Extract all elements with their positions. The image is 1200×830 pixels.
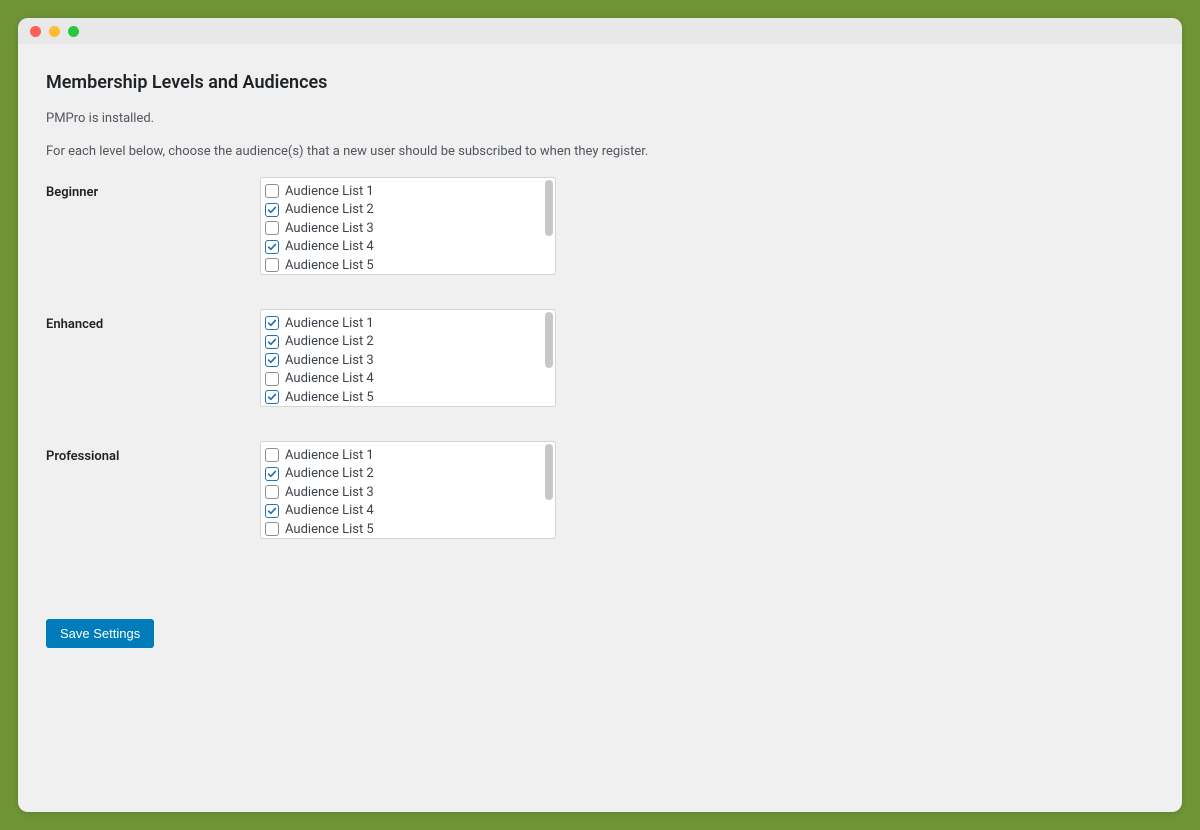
audience-option[interactable]: Audience List 4 bbox=[265, 502, 535, 521]
checkbox-icon[interactable] bbox=[265, 522, 279, 536]
audience-option[interactable]: Audience List 3 bbox=[265, 483, 535, 502]
scrollbar-thumb[interactable] bbox=[545, 444, 553, 500]
checkbox-icon[interactable] bbox=[265, 184, 279, 198]
audience-option-label: Audience List 5 bbox=[285, 522, 374, 537]
level-row: BeginnerAudience List 1Audience List 2Au… bbox=[46, 177, 1154, 275]
audience-option[interactable]: Audience List 2 bbox=[265, 333, 535, 352]
window-minimize-icon[interactable] bbox=[49, 26, 60, 37]
level-row: ProfessionalAudience List 1Audience List… bbox=[46, 441, 1154, 539]
audience-listbox-scroll[interactable]: Audience List 1 Audience List 2 Audience L… bbox=[261, 178, 541, 274]
audience-option[interactable]: Audience List 3 bbox=[265, 219, 535, 238]
audience-option[interactable]: Audience List 1 bbox=[265, 314, 535, 333]
checkbox-icon[interactable] bbox=[265, 221, 279, 235]
save-settings-button[interactable]: Save Settings bbox=[46, 619, 154, 648]
audience-listbox[interactable]: Audience List 1 Audience List 2 Audience L… bbox=[260, 309, 556, 407]
audience-option-label: Audience List 3 bbox=[285, 485, 374, 500]
audience-option-label: Audience List 2 bbox=[285, 202, 374, 217]
audience-option-label: Audience List 3 bbox=[285, 353, 374, 368]
scrollbar[interactable] bbox=[543, 180, 553, 272]
audience-option-label: Audience List 2 bbox=[285, 466, 374, 481]
audience-listbox-scroll[interactable]: Audience List 1 Audience List 2 Audience L… bbox=[261, 310, 541, 406]
audience-listbox[interactable]: Audience List 1 Audience List 2 Audience L… bbox=[260, 441, 556, 539]
audience-option-label: Audience List 1 bbox=[285, 316, 374, 331]
checkbox-icon[interactable] bbox=[265, 203, 279, 217]
checkbox-icon[interactable] bbox=[265, 485, 279, 499]
titlebar bbox=[18, 18, 1182, 44]
level-label: Enhanced bbox=[46, 309, 260, 332]
audience-option-label: Audience List 3 bbox=[285, 221, 374, 236]
checkbox-icon[interactable] bbox=[265, 240, 279, 254]
audience-listbox[interactable]: Audience List 1 Audience List 2 Audience L… bbox=[260, 177, 556, 275]
audience-option[interactable]: Audience List 5 bbox=[265, 388, 535, 406]
checkbox-icon[interactable] bbox=[265, 390, 279, 404]
window-zoom-icon[interactable] bbox=[68, 26, 79, 37]
audience-option-label: Audience List 5 bbox=[285, 258, 374, 273]
audience-option[interactable]: Audience List 5 bbox=[265, 520, 535, 538]
audience-option-label: Audience List 2 bbox=[285, 334, 374, 349]
level-row: EnhancedAudience List 1Audience List 2Au… bbox=[46, 309, 1154, 407]
audience-option[interactable]: Audience List 3 bbox=[265, 351, 535, 370]
audience-option[interactable]: Audience List 2 bbox=[265, 465, 535, 484]
checkbox-icon[interactable] bbox=[265, 258, 279, 272]
install-status: PMPro is installed. bbox=[46, 111, 1154, 126]
audience-option[interactable]: Audience List 1 bbox=[265, 446, 535, 465]
audience-option[interactable]: Audience List 5 bbox=[265, 256, 535, 274]
page-description: For each level below, choose the audienc… bbox=[46, 144, 1154, 159]
level-label: Professional bbox=[46, 441, 260, 464]
checkbox-icon[interactable] bbox=[265, 504, 279, 518]
checkbox-icon[interactable] bbox=[265, 467, 279, 481]
level-label: Beginner bbox=[46, 177, 260, 200]
app-window: Membership Levels and Audiences PMPro is… bbox=[18, 18, 1182, 812]
content-area: Membership Levels and Audiences PMPro is… bbox=[18, 44, 1182, 670]
audience-option-label: Audience List 4 bbox=[285, 239, 374, 254]
audience-option[interactable]: Audience List 4 bbox=[265, 238, 535, 257]
audience-option-label: Audience List 4 bbox=[285, 503, 374, 518]
checkbox-icon[interactable] bbox=[265, 316, 279, 330]
checkbox-icon[interactable] bbox=[265, 372, 279, 386]
audience-option-label: Audience List 5 bbox=[285, 390, 374, 405]
window-close-icon[interactable] bbox=[30, 26, 41, 37]
scrollbar[interactable] bbox=[543, 444, 553, 536]
page-title: Membership Levels and Audiences bbox=[46, 72, 1154, 93]
checkbox-icon[interactable] bbox=[265, 335, 279, 349]
audience-option-label: Audience List 1 bbox=[285, 448, 374, 463]
audience-option[interactable]: Audience List 2 bbox=[265, 201, 535, 220]
audience-option-label: Audience List 1 bbox=[285, 184, 374, 199]
checkbox-icon[interactable] bbox=[265, 448, 279, 462]
audience-option[interactable]: Audience List 4 bbox=[265, 370, 535, 389]
audience-option[interactable]: Audience List 1 bbox=[265, 182, 535, 201]
scrollbar-thumb[interactable] bbox=[545, 312, 553, 368]
checkbox-icon[interactable] bbox=[265, 353, 279, 367]
scrollbar[interactable] bbox=[543, 312, 553, 404]
audience-listbox-scroll[interactable]: Audience List 1 Audience List 2 Audience L… bbox=[261, 442, 541, 538]
scrollbar-thumb[interactable] bbox=[545, 180, 553, 236]
audience-option-label: Audience List 4 bbox=[285, 371, 374, 386]
